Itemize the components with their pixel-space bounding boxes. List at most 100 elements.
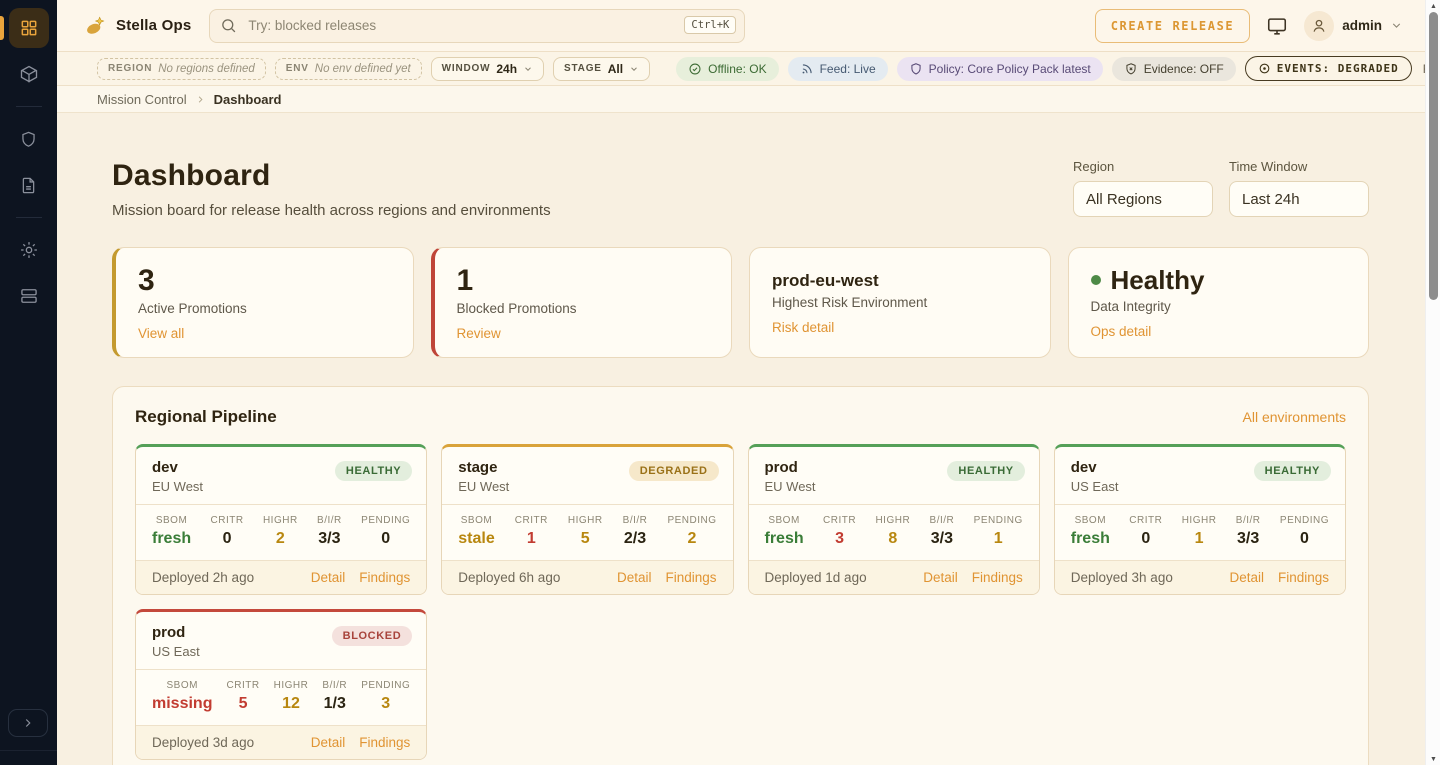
stat-value: missing [152,695,212,713]
stage-filter-dropdown[interactable]: STAGE All [553,57,650,81]
review-link[interactable]: Review [457,326,501,341]
stat-label: CRITR [823,515,856,526]
deployed-time: Deployed 1d ago [765,570,867,585]
environment-region: EU West [765,479,816,494]
env-filter-pill[interactable]: ENV No env defined yet [275,58,422,80]
stat-label: SBOM [1075,515,1106,526]
stat-card-active-promotions: 3 Active Promotions View all [112,247,414,358]
window-filter-value: 24h [496,62,517,76]
sidebar-item-releases[interactable] [9,54,49,94]
events-status-pill[interactable]: EVENTS: DEGRADED [1245,56,1412,81]
stat-value: 3 [835,530,844,548]
detail-link[interactable]: Detail [1229,570,1264,585]
environment-region: EU West [458,479,509,494]
stat-value: 5 [239,695,248,713]
status-badge: HEALTHY [335,461,412,481]
region-filter-value: No regions defined [158,63,255,75]
sidebar-item-infrastructure[interactable] [9,276,49,316]
stat-label: Data Integrity [1091,299,1347,314]
sidebar-item-security[interactable] [9,119,49,159]
stat-label: SBOM [768,515,799,526]
chevron-down-icon [1390,19,1403,32]
window-filter-dropdown[interactable]: WINDOW 24h [431,57,544,81]
pipeline-card-prod-eu-west: prod EU West HEALTHY SBOMfresh CRITR3 HI… [748,444,1040,595]
all-environments-link[interactable]: All environments [1243,409,1347,425]
stat-value: 1 [1195,530,1204,548]
findings-link[interactable]: Findings [359,735,410,750]
stat-label: PENDING [974,515,1023,526]
window-filter-label: WINDOW [442,63,491,74]
status-badge: BLOCKED [332,626,413,646]
status-badge: HEALTHY [1254,461,1331,481]
risk-detail-link[interactable]: Risk detail [772,320,834,335]
stat-value: fresh [765,530,804,548]
stat-label: HIGHR [1182,515,1217,526]
search-icon [220,17,237,34]
detail-link[interactable]: Detail [923,570,958,585]
dashboard-grid-icon [19,18,39,38]
stat-value: 5 [581,530,590,548]
page-scrollbar[interactable]: ▲ ▼ [1425,0,1440,765]
package-icon [19,64,39,84]
findings-link[interactable]: Findings [972,570,1023,585]
stat-value: 3/3 [318,530,340,548]
environment-region: EU West [152,479,203,494]
stat-label: B/I/R [322,680,347,691]
sidebar-item-documents[interactable] [9,165,49,205]
stat-label: SBOM [167,680,198,691]
breadcrumb-mission-control[interactable]: Mission Control [97,92,187,107]
sidebar-item-settings[interactable] [9,230,49,270]
brand: Stella Ops [85,15,191,37]
pipeline-card-prod-us-east: prod US East BLOCKED SBOMmissing CRITR5 … [135,609,427,760]
view-all-link[interactable]: View all [138,326,184,341]
breadcrumb: Mission Control Dashboard [57,86,1425,113]
scrollbar-down-arrow-icon[interactable]: ▼ [1426,753,1440,765]
offline-status-pill: Offline: OK [676,57,778,81]
chevron-down-icon [523,64,533,74]
stat-card-blocked-promotions: 1 Blocked Promotions Review [431,247,733,358]
document-icon [19,176,38,195]
user-menu[interactable]: admin [1304,11,1403,41]
stat-label: SBOM [461,515,492,526]
chevron-right-icon [21,716,35,730]
region-filter-pill[interactable]: REGION No regions defined [97,58,266,80]
active-nav-indicator [0,16,4,40]
sidebar [0,0,57,765]
chevron-down-icon [629,64,639,74]
search-input[interactable] [209,9,745,43]
detail-link[interactable]: Detail [311,570,346,585]
target-icon [1258,62,1271,75]
ops-detail-link[interactable]: Ops detail [1091,324,1152,339]
findings-link[interactable]: Findings [1278,570,1329,585]
sidebar-expand-button[interactable] [8,709,48,737]
stat-value: 3/3 [931,530,953,548]
pipeline-card-stage-eu-west: stage EU West DEGRADED SBOMstale CRITR1 … [441,444,733,595]
monitor-icon[interactable] [1264,13,1290,39]
offline-status-text: Offline: OK [708,62,766,76]
detail-link[interactable]: Detail [617,570,652,585]
stat-label: CRITR [1129,515,1162,526]
stat-label: CRITR [227,680,260,691]
findings-link[interactable]: Findings [359,570,410,585]
stat-value: 1 [457,264,710,297]
page-subtitle: Mission board for release health across … [112,202,551,219]
stat-label: B/I/R [623,515,648,526]
scrollbar-up-arrow-icon[interactable]: ▲ [1426,0,1440,12]
sidebar-item-dashboard[interactable] [9,8,49,48]
time-window-select[interactable]: Last 24h [1229,181,1369,217]
stat-label: PENDING [361,680,410,691]
feed-status-text: Feed: Live [820,62,876,76]
scrollbar-thumb[interactable] [1429,12,1438,300]
check-circle-icon [688,62,702,76]
detail-link[interactable]: Detail [311,735,346,750]
deployed-time: Deployed 2h ago [152,570,254,585]
server-stack-icon [19,286,39,306]
environment-name: dev [1071,459,1119,476]
stat-value: 3/3 [1237,530,1259,548]
stat-value: 2 [688,530,697,548]
region-select[interactable]: All Regions [1073,181,1213,217]
policy-status-text: Policy: Core Policy Pack latest [929,62,1091,76]
findings-link[interactable]: Findings [665,570,716,585]
region-select-label: Region [1073,159,1213,174]
create-release-button[interactable]: CREATE RELEASE [1095,9,1251,43]
